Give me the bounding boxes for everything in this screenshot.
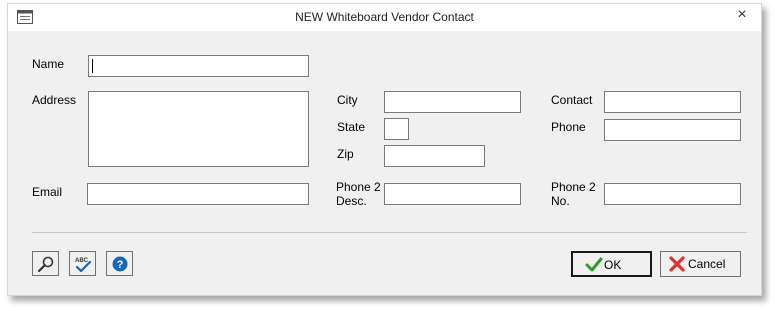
name-input[interactable] <box>88 55 309 77</box>
state-input[interactable] <box>384 118 409 140</box>
separator-line <box>32 232 747 233</box>
contact-label: Contact <box>551 93 593 107</box>
spellcheck-button[interactable]: ABC <box>69 251 96 276</box>
name-label: Name <box>32 57 65 71</box>
contact-input[interactable] <box>604 91 741 113</box>
city-input[interactable] <box>384 91 521 113</box>
ok-button-label: OK <box>604 258 622 272</box>
phone2-no-input[interactable] <box>604 183 741 205</box>
address-label: Address <box>32 93 77 107</box>
phone2-desc-label-line2: Desc. <box>336 194 367 208</box>
cancel-button[interactable]: Cancel <box>660 251 741 277</box>
phone2-no-label-line2: No. <box>551 194 570 208</box>
phone2-desc-label-line1: Phone 2 <box>336 180 381 194</box>
text-caret <box>92 59 93 73</box>
close-icon[interactable]: × <box>733 6 751 24</box>
phone2-desc-label: Phone 2 Desc. <box>336 180 381 208</box>
help-button[interactable]: ? <box>106 251 133 276</box>
state-label: State <box>337 120 366 134</box>
search-button[interactable] <box>32 251 59 276</box>
red-x-icon <box>669 256 685 275</box>
window-title: NEW Whiteboard Vendor Contact <box>295 10 474 24</box>
title-bar: NEW Whiteboard Vendor Contact × <box>8 4 761 31</box>
phone-input[interactable] <box>604 119 741 141</box>
phone2-no-label: Phone 2 No. <box>551 180 596 208</box>
email-label: Email <box>32 185 63 199</box>
phone-label: Phone <box>551 120 586 134</box>
zip-label: Zip <box>337 147 354 161</box>
phone2-desc-input[interactable] <box>384 183 521 205</box>
checkmark-icon <box>585 257 603 276</box>
zip-input[interactable] <box>384 145 485 167</box>
ok-button[interactable]: OK <box>571 251 652 277</box>
svg-text:?: ? <box>117 259 124 271</box>
address-textarea[interactable] <box>88 91 309 167</box>
phone2-no-label-line1: Phone 2 <box>551 180 596 194</box>
svg-text:ABC: ABC <box>75 258 89 264</box>
cancel-button-label: Cancel <box>688 257 726 271</box>
city-label: City <box>337 93 358 107</box>
dialog-window: NEW Whiteboard Vendor Contact × Name Add… <box>7 3 762 296</box>
email-input[interactable] <box>87 183 309 205</box>
